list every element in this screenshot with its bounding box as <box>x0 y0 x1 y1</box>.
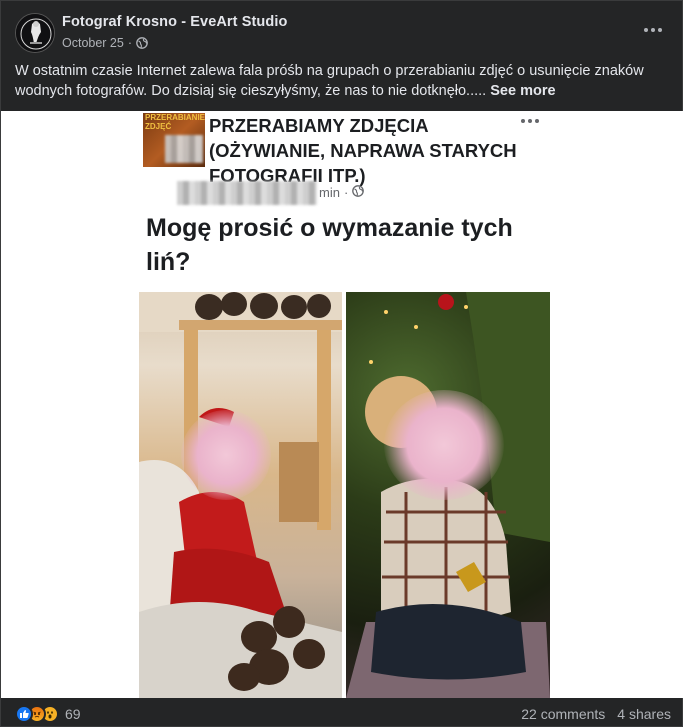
comments-count[interactable]: 22 comments <box>521 706 605 722</box>
post-text: W ostatnim czasie Internet zalewa fala p… <box>15 61 668 101</box>
author-name[interactable]: Fotograf Krosno - EveArt Studio <box>62 14 287 30</box>
post-meta: October 25 · <box>62 36 148 50</box>
more-horizontal-icon <box>519 113 541 124</box>
engagement-stats: 22 comments 4 shares <box>521 703 671 725</box>
screenshot-meta: min · <box>319 185 365 200</box>
photo-girl <box>139 292 342 698</box>
globe-icon[interactable] <box>136 37 148 49</box>
pixelated-name-blur <box>177 181 317 205</box>
reactions-summary[interactable]: 69 <box>15 703 81 725</box>
meta-separator: · <box>127 36 133 50</box>
face-blur <box>384 390 504 500</box>
screenshot-separator: · <box>343 185 349 200</box>
like-reaction-icon <box>15 705 33 723</box>
screenshot-time: min <box>319 185 340 200</box>
group-avatar-text: PRZERABIANIE ZDJĘĆ <box>145 113 205 131</box>
author-avatar[interactable] <box>15 13 55 53</box>
screenshot-question: Mogę prosić o wymazanie tych liń? <box>146 214 513 276</box>
reaction-count[interactable]: 69 <box>65 706 81 722</box>
post-image[interactable]: PRZERABIANIE ZDJĘĆ PRZERABIAMY ZDJĘCIA (… <box>1 111 683 698</box>
group-name: PRZERABIAMY ZDJĘCIA (OŻYWIANIE, NAPRAWA … <box>209 115 517 186</box>
facebook-post: Fotograf Krosno - EveArt Studio October … <box>0 0 683 727</box>
see-more-link[interactable]: See more <box>490 83 555 99</box>
post-date[interactable]: October 25 <box>62 36 124 50</box>
shares-count[interactable]: 4 shares <box>617 706 671 722</box>
pixelated-blur <box>165 135 203 163</box>
photo-boy <box>346 292 550 698</box>
post-footer: 69 22 comments 4 shares <box>15 703 671 725</box>
face-blur <box>181 410 271 500</box>
more-horizontal-icon[interactable] <box>642 23 664 35</box>
post-header: Fotograf Krosno - EveArt Studio October … <box>15 13 672 57</box>
globe-icon <box>352 185 365 200</box>
group-avatar: PRZERABIANIE ZDJĘĆ <box>143 113 205 167</box>
